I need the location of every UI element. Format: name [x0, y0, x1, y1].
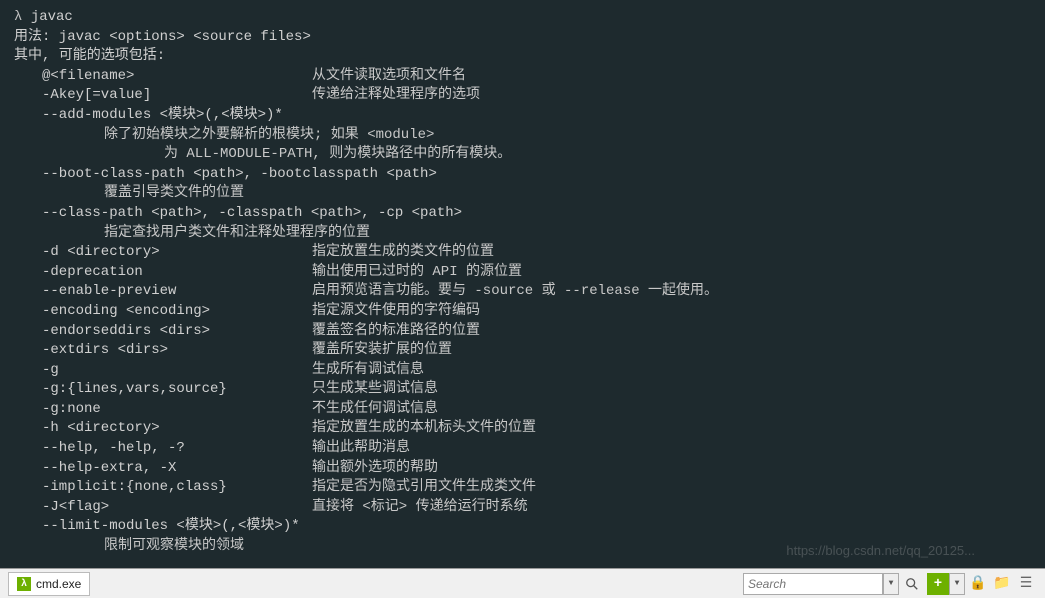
lambda-icon: λ — [17, 577, 31, 591]
option-desc: 输出使用已过时的 API 的源位置 — [312, 263, 522, 283]
option-flag: --limit-modules <模块>(,<模块>)* — [42, 517, 300, 537]
menu-icon[interactable]: ☰ — [1015, 573, 1037, 595]
option-desc: 为 ALL-MODULE-PATH, 则为模块路径中的所有模块。 — [164, 145, 511, 165]
terminal-tab[interactable]: λ cmd.exe — [8, 572, 90, 596]
option-desc: 限制可观察模块的领域 — [104, 537, 244, 557]
option-flag: -g:none — [42, 400, 312, 420]
option-flag: --add-modules <模块>(,<模块>)* — [42, 106, 283, 126]
option-desc: 覆盖引导类文件的位置 — [104, 184, 244, 204]
option-line: -deprecation输出使用已过时的 API 的源位置 — [14, 263, 1031, 283]
option-line: 覆盖引导类文件的位置 — [14, 184, 1031, 204]
header-line: 其中, 可能的选项包括: — [14, 47, 1031, 67]
option-desc: 从文件读取选项和文件名 — [312, 67, 466, 87]
prompt-symbol: λ — [14, 8, 31, 28]
folder-icon[interactable]: 📁 — [991, 573, 1013, 595]
search-icon[interactable] — [901, 573, 923, 595]
option-flag: -extdirs <dirs> — [42, 341, 312, 361]
option-line: -endorseddirs <dirs>覆盖签名的标准路径的位置 — [14, 322, 1031, 342]
option-desc: 传递给注释处理程序的选项 — [312, 86, 480, 106]
option-flag: --boot-class-path <path>, -bootclasspath… — [42, 165, 437, 185]
option-desc: 指定是否为隐式引用文件生成类文件 — [312, 478, 536, 498]
search-dropdown[interactable]: ▼ — [883, 573, 899, 595]
option-desc: 覆盖签名的标准路径的位置 — [312, 322, 480, 342]
search-input[interactable] — [743, 573, 883, 595]
option-line: -g:{lines,vars,source}只生成某些调试信息 — [14, 380, 1031, 400]
option-flag: -g:{lines,vars,source} — [42, 380, 312, 400]
watermark-text: https://blog.csdn.net/qq_20125... — [786, 543, 975, 558]
taskbar: λ cmd.exe ▼ + ▼ 🔒 📁 ☰ — [0, 568, 1045, 598]
option-line: 指定查找用户类文件和注释处理程序的位置 — [14, 224, 1031, 244]
options-list: @<filename>从文件读取选项和文件名-Akey[=value]传递给注释… — [14, 67, 1031, 557]
option-flag: --enable-preview — [42, 282, 312, 302]
option-desc: 不生成任何调试信息 — [312, 400, 438, 420]
option-desc: 启用预览语言功能。要与 -source 或 --release 一起使用。 — [312, 282, 718, 302]
option-flag: -encoding <encoding> — [42, 302, 312, 322]
option-desc: 指定查找用户类文件和注释处理程序的位置 — [104, 224, 370, 244]
option-line: 为 ALL-MODULE-PATH, 则为模块路径中的所有模块。 — [14, 145, 1031, 165]
option-line: -J<flag>直接将 <标记> 传递给运行时系统 — [14, 498, 1031, 518]
option-line: -encoding <encoding>指定源文件使用的字符编码 — [14, 302, 1031, 322]
option-flag: -h <directory> — [42, 419, 312, 439]
option-flag: @<filename> — [42, 67, 312, 87]
option-flag: -J<flag> — [42, 498, 312, 518]
option-line: -implicit:{none,class}指定是否为隐式引用文件生成类文件 — [14, 478, 1031, 498]
option-flag: -deprecation — [42, 263, 312, 283]
option-flag: --help, -help, -? — [42, 439, 312, 459]
option-line: --help-extra, -X输出额外选项的帮助 — [14, 459, 1031, 479]
option-desc: 指定放置生成的类文件的位置 — [312, 243, 494, 263]
option-desc: 输出额外选项的帮助 — [312, 459, 438, 479]
option-desc: 输出此帮助消息 — [312, 439, 410, 459]
tab-label: cmd.exe — [36, 577, 81, 591]
option-desc: 覆盖所安装扩展的位置 — [312, 341, 452, 361]
option-line: --help, -help, -?输出此帮助消息 — [14, 439, 1031, 459]
option-flag: -implicit:{none,class} — [42, 478, 312, 498]
option-flag: -endorseddirs <dirs> — [42, 322, 312, 342]
command-text: javac — [31, 8, 73, 28]
option-line: -Akey[=value]传递给注释处理程序的选项 — [14, 86, 1031, 106]
option-line: -d <directory>指定放置生成的类文件的位置 — [14, 243, 1031, 263]
option-line: --add-modules <模块>(,<模块>)* — [14, 106, 1031, 126]
option-flag: --help-extra, -X — [42, 459, 312, 479]
option-flag: -g — [42, 361, 312, 381]
option-flag: --class-path <path>, -classpath <path>, … — [42, 204, 462, 224]
option-line: --enable-preview启用预览语言功能。要与 -source 或 --… — [14, 282, 1031, 302]
option-line: -h <directory>指定放置生成的本机标头文件的位置 — [14, 419, 1031, 439]
option-line: --class-path <path>, -classpath <path>, … — [14, 204, 1031, 224]
option-line: -extdirs <dirs>覆盖所安装扩展的位置 — [14, 341, 1031, 361]
prompt-line: λ javac — [14, 8, 1031, 28]
option-line: 除了初始模块之外要解析的根模块; 如果 <module> — [14, 126, 1031, 146]
option-line: @<filename>从文件读取选项和文件名 — [14, 67, 1031, 87]
option-desc: 指定放置生成的本机标头文件的位置 — [312, 419, 536, 439]
option-desc: 除了初始模块之外要解析的根模块; 如果 <module> — [104, 126, 434, 146]
option-desc: 直接将 <标记> 传递给运行时系统 — [312, 498, 528, 518]
option-flag: -Akey[=value] — [42, 86, 312, 106]
usage-line: 用法: javac <options> <source files> — [14, 28, 1031, 48]
new-tab-button[interactable]: + — [927, 573, 949, 595]
terminal-output: λ javac 用法: javac <options> <source file… — [0, 0, 1045, 568]
option-line: --boot-class-path <path>, -bootclasspath… — [14, 165, 1031, 185]
option-desc: 生成所有调试信息 — [312, 361, 424, 381]
option-desc: 只生成某些调试信息 — [312, 380, 438, 400]
option-desc: 指定源文件使用的字符编码 — [312, 302, 480, 322]
new-tab-dropdown[interactable]: ▼ — [949, 573, 965, 595]
option-line: -g生成所有调试信息 — [14, 361, 1031, 381]
option-line: -g:none不生成任何调试信息 — [14, 400, 1031, 420]
option-line: --limit-modules <模块>(,<模块>)* — [14, 517, 1031, 537]
lock-icon[interactable]: 🔒 — [967, 573, 989, 595]
option-flag: -d <directory> — [42, 243, 312, 263]
